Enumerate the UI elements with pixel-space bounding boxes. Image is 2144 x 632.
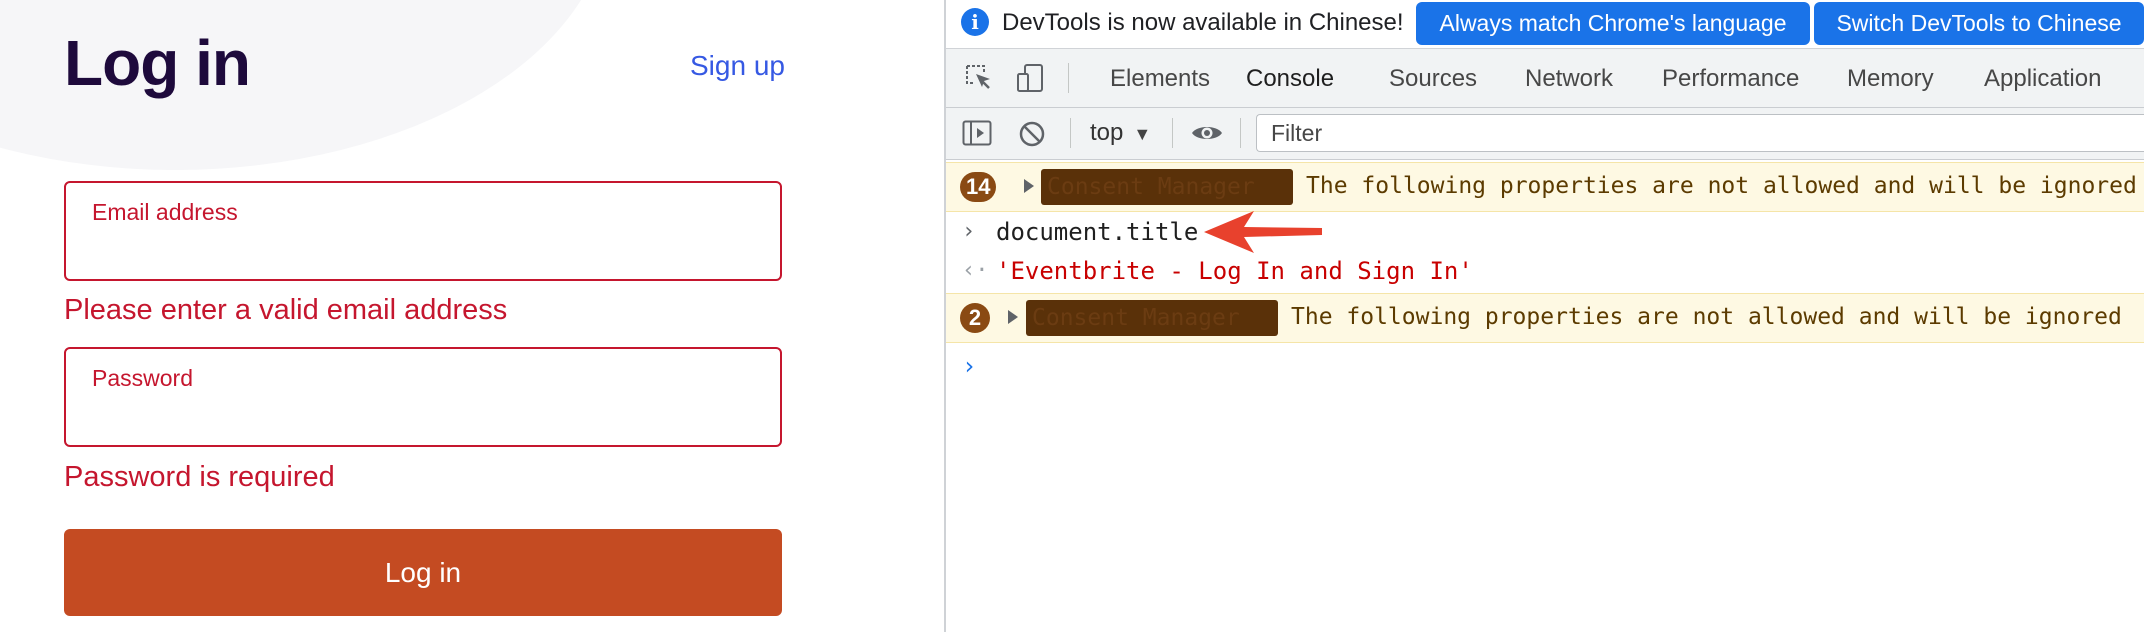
always-match-language-button[interactable]: Always match Chrome's language (1416, 2, 1810, 45)
password-field[interactable]: Password (64, 347, 782, 447)
toolbar-separator (1172, 118, 1173, 148)
inspect-element-icon[interactable] (964, 63, 994, 93)
warning-message: The following properties are not allowed… (1291, 304, 2122, 330)
device-toolbar-icon[interactable] (1016, 63, 1046, 93)
console-command: document.title (996, 218, 1199, 246)
switch-to-chinese-button[interactable]: Switch DevTools to Chinese (1814, 2, 2144, 45)
clear-console-icon[interactable] (1018, 120, 1046, 148)
output-return-icon: ‹· (962, 258, 989, 283)
email-label: Email address (92, 199, 238, 225)
warning-message: The following properties are not allowed… (1306, 173, 2137, 199)
language-infobar: i DevTools is now available in Chinese! … (946, 0, 2144, 49)
tab-network[interactable]: Network (1525, 49, 1613, 107)
login-button[interactable]: Log in (64, 529, 782, 616)
dropdown-arrow-icon: ▼ (1133, 124, 1152, 144)
input-chevron-icon: › (962, 219, 976, 244)
console-result-row[interactable]: ‹· 'Eventbrite - Log In and Sign In' (946, 252, 2144, 290)
password-error-message: Password is required (64, 461, 335, 493)
show-sidebar-icon[interactable] (962, 120, 992, 146)
sign-up-link[interactable]: Sign up (690, 50, 785, 82)
repeat-count-badge: 14 (960, 172, 997, 202)
email-field[interactable]: Email address (64, 181, 782, 281)
toolbar-separator (1070, 118, 1071, 148)
repeat-count-badge: 2 (960, 303, 990, 333)
email-input[interactable] (92, 237, 760, 273)
info-icon: i (961, 8, 989, 36)
tab-console[interactable]: Console (1246, 49, 1334, 107)
password-label: Password (92, 365, 193, 391)
tab-memory[interactable]: Memory (1847, 49, 1934, 107)
javascript-context-select[interactable]: top ▼ (1090, 114, 1151, 152)
devtools-panel: i DevTools is now available in Chinese! … (946, 0, 2144, 632)
tab-sources[interactable]: Sources (1389, 49, 1477, 107)
email-error-message: Please enter a valid email address (64, 294, 508, 326)
tab-application[interactable]: Application (1984, 49, 2101, 107)
console-warning-row[interactable]: 2 Consent Manager The following properti… (946, 293, 2144, 343)
console-toolbar: top ▼ (946, 108, 2144, 160)
password-input[interactable] (92, 403, 760, 439)
console-prompt-row[interactable]: › (946, 348, 2144, 386)
live-expression-eye-icon[interactable] (1190, 122, 1224, 144)
tab-elements[interactable]: Elements (1110, 49, 1210, 107)
console-output: 14 Consent Manager The following propert… (946, 160, 2144, 632)
devtools-tabbar: Elements Console Sources Network Perform… (946, 49, 2144, 154)
login-page: Log in Sign up Email address Please ente… (0, 0, 944, 632)
tab-performance[interactable]: Performance (1662, 49, 1799, 107)
console-result-value: 'Eventbrite - Log In and Sign In' (996, 257, 1473, 285)
console-prompt-chevron-icon: › (962, 352, 977, 380)
toolbar-separator (1068, 63, 1069, 93)
infobar-message: DevTools is now available in Chinese! (1002, 9, 1404, 36)
red-arrow-annotation-icon (1204, 211, 1322, 253)
page-title: Log in (64, 27, 251, 99)
console-input-row[interactable]: › document.title (946, 213, 2144, 251)
toolbar-separator (1240, 118, 1241, 148)
console-warning-row[interactable]: 14 Consent Manager The following propert… (946, 162, 2144, 212)
console-tag-label: Consent Manager (1041, 169, 1293, 205)
expand-arrow-icon[interactable] (1008, 310, 1018, 324)
context-select-value: top (1090, 119, 1124, 146)
console-tag-label: Consent Manager (1026, 300, 1278, 336)
expand-arrow-icon[interactable] (1024, 179, 1034, 193)
console-filter-input[interactable] (1256, 114, 2144, 152)
